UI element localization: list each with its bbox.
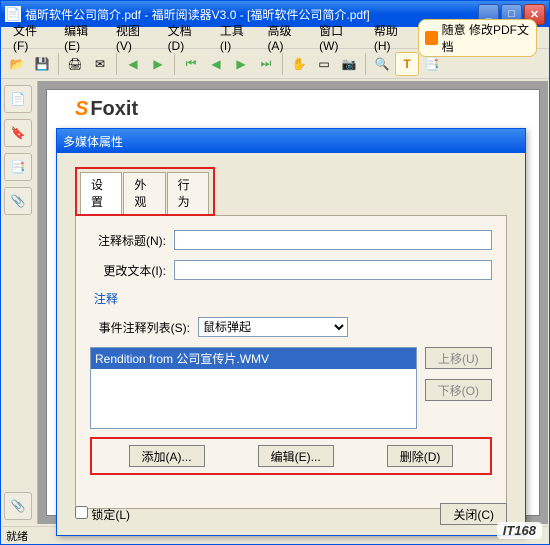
- move-up-button[interactable]: 上移(U): [425, 347, 492, 369]
- tabs-row: 设置 外观 行为: [75, 167, 215, 216]
- dialog-footer: 锁定(L) 关闭(C): [75, 503, 507, 525]
- menu-view[interactable]: 视图(V): [108, 20, 160, 55]
- sidebar-bookmark[interactable]: 🔖: [4, 119, 32, 147]
- delete-button[interactable]: 删除(D): [387, 445, 454, 467]
- sidebar: 📄 🔖 📑 📎 📎: [2, 81, 38, 524]
- event-select[interactable]: 鼠标弹起: [198, 317, 348, 337]
- snapshot-button[interactable]: 📷: [337, 52, 361, 76]
- print-button[interactable]: 🖨: [63, 52, 87, 76]
- tab-settings[interactable]: 设置: [80, 172, 122, 214]
- tab-appearance[interactable]: 外观: [123, 172, 165, 214]
- save-button[interactable]: 💾: [30, 52, 54, 76]
- change-text-row: 更改文本(I):: [90, 260, 492, 280]
- sidebar-layers[interactable]: 📑: [4, 153, 32, 181]
- event-list-label: 事件注释列表(S):: [90, 319, 190, 336]
- dialog-titlebar: 多媒体属性: [57, 129, 525, 153]
- menu-adv[interactable]: 高级(A): [259, 20, 311, 55]
- dialog-close-button[interactable]: 关闭(C): [440, 503, 507, 525]
- comments-label: 注释: [94, 290, 492, 307]
- mail-button[interactable]: ✉: [88, 52, 112, 76]
- find-button[interactable]: 🔍: [370, 52, 394, 76]
- change-text-input[interactable]: [174, 260, 492, 280]
- dialog-body: 设置 外观 行为 注释标题(N): 更改文本(I): 注释 事件注释列表(S):…: [57, 153, 525, 535]
- bookmark-tool-button[interactable]: 📑: [420, 52, 444, 76]
- separator: [282, 53, 283, 75]
- menu-tools[interactable]: 工具(I): [212, 20, 260, 55]
- nextpage-button[interactable]: ▶: [229, 52, 253, 76]
- open-button[interactable]: 📂: [5, 52, 29, 76]
- action-button-row: 添加(A)... 编辑(E)... 删除(D): [90, 437, 492, 475]
- first-button[interactable]: ⏮: [179, 52, 203, 76]
- change-text-label: 更改文本(I):: [90, 262, 166, 279]
- menubar: 文件(F) 编辑(E) 视图(V) 文档(D) 工具(I) 高级(A) 窗口(W…: [1, 27, 549, 49]
- edit-button[interactable]: 编辑(E)...: [258, 445, 334, 467]
- lock-checkbox-label[interactable]: 锁定(L): [75, 506, 130, 523]
- select-button[interactable]: ▭: [312, 52, 336, 76]
- add-button[interactable]: 添加(A)...: [129, 445, 205, 467]
- list-item[interactable]: Rendition from 公司宣传片.WMV: [91, 348, 416, 369]
- foxit-logo: SFoxit: [75, 98, 531, 121]
- multimedia-properties-dialog: 多媒体属性 设置 外观 行为 注释标题(N): 更改文本(I): 注释 事件注释…: [56, 128, 526, 536]
- separator: [365, 53, 366, 75]
- sidebar-thumbnail[interactable]: 📄: [4, 85, 32, 113]
- menu-window[interactable]: 窗口(W): [311, 20, 366, 55]
- menu-edit[interactable]: 编辑(E): [56, 20, 108, 55]
- comment-title-label: 注释标题(N):: [90, 232, 166, 249]
- menu-file[interactable]: 文件(F): [5, 20, 56, 55]
- promo-banner[interactable]: 随意 修改PDF文档: [418, 19, 537, 57]
- separator: [58, 53, 59, 75]
- prev-button[interactable]: ◀: [121, 52, 145, 76]
- tab-behavior[interactable]: 行为: [167, 172, 209, 214]
- next-button[interactable]: ▶: [146, 52, 170, 76]
- side-buttons: 上移(U) 下移(O): [425, 347, 492, 401]
- tab-panel: 注释标题(N): 更改文本(I): 注释 事件注释列表(S): 鼠标弹起 Ren…: [75, 215, 507, 509]
- logo-text: Foxit: [90, 98, 138, 120]
- promo-text: 随意 修改PDF文档: [442, 21, 530, 55]
- hand-button[interactable]: ✋: [287, 52, 311, 76]
- status-ready: 就绪: [6, 528, 28, 544]
- prevpage-button[interactable]: ◀: [204, 52, 228, 76]
- comment-title-row: 注释标题(N):: [90, 230, 492, 250]
- move-down-button[interactable]: 下移(O): [425, 379, 492, 401]
- sidebar-attach[interactable]: 📎: [4, 187, 32, 215]
- watermark: IT168: [497, 522, 542, 539]
- text-tool-button[interactable]: T: [395, 52, 419, 76]
- menu-doc[interactable]: 文档(D): [160, 20, 212, 55]
- lock-checkbox[interactable]: [75, 506, 88, 519]
- comment-title-input[interactable]: [174, 230, 492, 250]
- separator: [174, 53, 175, 75]
- lock-label-text: 锁定(L): [91, 508, 130, 522]
- separator: [116, 53, 117, 75]
- dialog-title: 多媒体属性: [63, 133, 123, 150]
- sidebar-clip[interactable]: 📎: [4, 492, 32, 520]
- list-area: Rendition from 公司宣传片.WMV 上移(U) 下移(O): [90, 347, 492, 429]
- last-button[interactable]: ⏭: [254, 52, 278, 76]
- menu-help[interactable]: 帮助(H): [366, 20, 418, 55]
- promo-icon: [425, 31, 437, 45]
- logo-prefix: S: [75, 98, 88, 120]
- rendition-listbox[interactable]: Rendition from 公司宣传片.WMV: [90, 347, 417, 429]
- event-list-row: 事件注释列表(S): 鼠标弹起: [90, 317, 492, 337]
